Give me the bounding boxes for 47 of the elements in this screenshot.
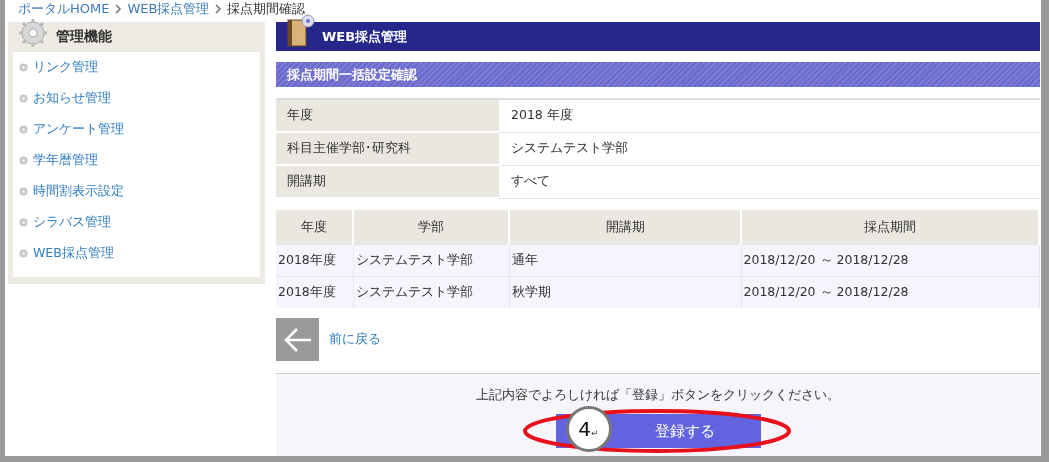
- table-cell: システムテスト学部: [353, 244, 509, 277]
- sidebar-link[interactable]: リンク管理: [33, 59, 98, 76]
- sidebar-link[interactable]: シラバス管理: [33, 214, 111, 231]
- book-icon: [286, 13, 316, 48]
- column-header: 開講期: [509, 210, 741, 245]
- info-value-cell: すべて: [499, 165, 1040, 198]
- left-arrow-icon: [282, 326, 313, 353]
- back-button[interactable]: [276, 318, 319, 361]
- step-number-overlay: 4↵: [565, 406, 612, 452]
- bullet-icon: [19, 63, 28, 72]
- gear-icon: [16, 18, 50, 48]
- breadcrumb-link[interactable]: WEB採点管理: [127, 0, 210, 18]
- info-label-cell: 開講期: [276, 165, 499, 198]
- breadcrumb-link[interactable]: ポータルHOME: [18, 0, 110, 18]
- table-cell: 2018年度: [276, 244, 353, 277]
- table-cell: システムテスト学部: [353, 276, 509, 308]
- page-title: WEB採点管理: [322, 27, 408, 46]
- table-cell: 秋学期: [509, 276, 741, 308]
- bullet-icon: [19, 156, 28, 165]
- info-value-cell: 2018 年度: [499, 99, 1040, 132]
- table-cell: 2018/12/20 ～ 2018/12/28: [741, 244, 1039, 277]
- chevron-icon: [114, 4, 123, 14]
- column-header: 学部: [353, 210, 509, 245]
- sidebar-link[interactable]: 学年暦管理: [33, 152, 98, 169]
- sidebar-title: 管理機能: [56, 28, 112, 46]
- bullet-icon: [19, 218, 28, 227]
- column-header: 年度: [276, 210, 353, 245]
- sidebar-link[interactable]: WEB採点管理: [33, 245, 114, 262]
- bullet-icon: [19, 249, 28, 258]
- bullet-icon: [19, 94, 28, 103]
- section-title: 採点期間一括設定確認: [287, 65, 417, 84]
- confirm-message: 上記内容でよろしければ「登録」ボタンをクリックください。: [476, 387, 840, 404]
- info-label-cell: 年度: [276, 99, 499, 132]
- bullet-icon: [19, 125, 28, 134]
- table-cell: 2018/12/20 ～ 2018/12/28: [741, 276, 1039, 308]
- breadcrumb-current: 採点期間確認: [227, 0, 306, 18]
- table-cell: 通年: [509, 244, 741, 277]
- column-header: 採点期間: [741, 210, 1039, 245]
- info-value-cell: システムテスト学部: [499, 132, 1040, 165]
- info-label-cell: 科目主催学部･研究科: [276, 132, 499, 165]
- table-cell: 2018年度: [276, 276, 353, 308]
- sidebar-link[interactable]: お知らせ管理: [33, 90, 111, 107]
- sidebar-link[interactable]: 時間割表示設定: [33, 183, 124, 200]
- back-link[interactable]: 前に戻る: [329, 331, 381, 348]
- chevron-icon: [214, 4, 223, 14]
- sidebar-link[interactable]: アンケート管理: [33, 121, 124, 138]
- bullet-icon: [19, 187, 28, 196]
